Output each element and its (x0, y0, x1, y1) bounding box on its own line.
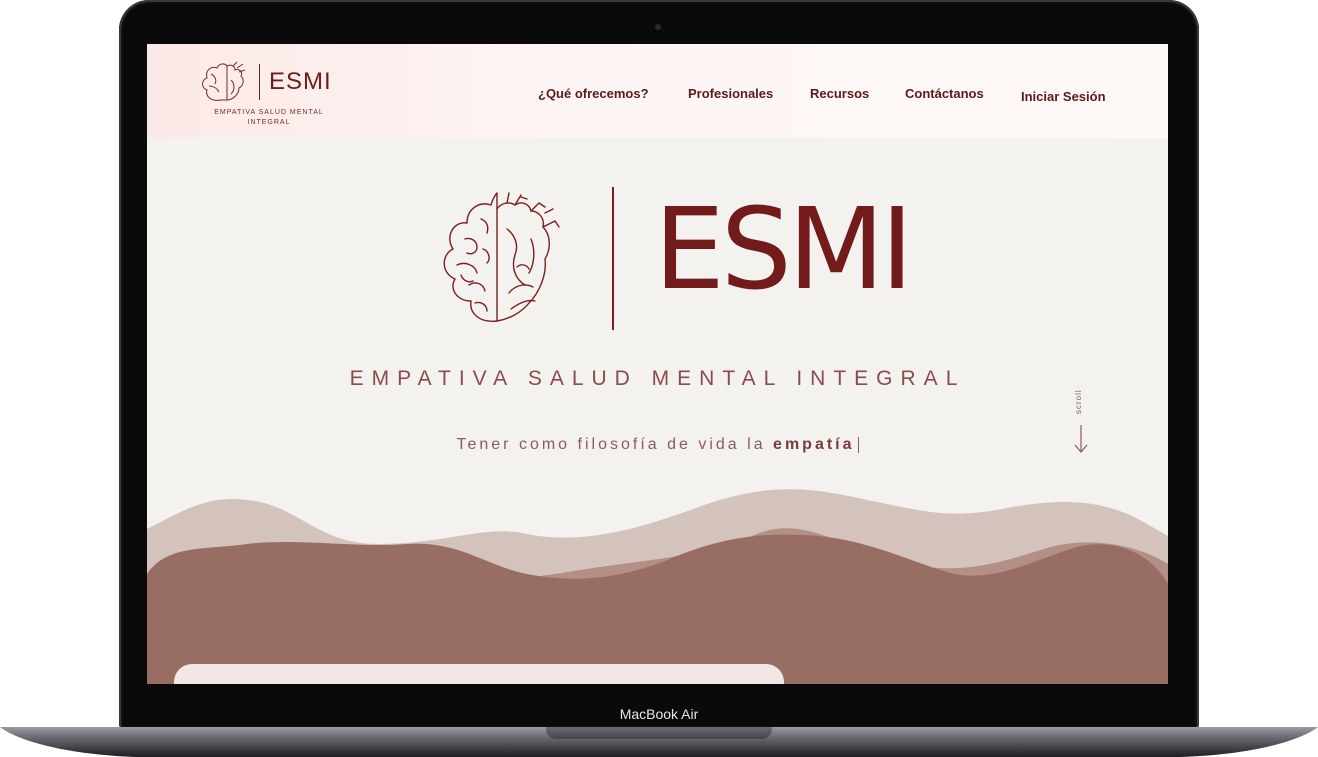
hero-brand: ESMI (654, 185, 914, 315)
hero-subtitle: EMPATIVA SALUD MENTAL INTEGRAL (349, 367, 966, 390)
typing-cursor (857, 436, 859, 453)
nav-profesionales[interactable]: Profesionales (688, 86, 773, 101)
camera (655, 24, 661, 30)
nav-iniciar-sesion[interactable]: Iniciar Sesión (1021, 89, 1106, 104)
laptop-notch (546, 727, 772, 739)
nav-que-ofrecemos[interactable]: ¿Qué ofrecemos? (538, 86, 649, 101)
hero-phrase: Tener como filosofía de vida la empatía (147, 436, 1168, 454)
brain-heart-icon (202, 61, 246, 101)
scroll-label: scroll (1074, 389, 1083, 414)
site-header: ESMI EMPATIVA SALUD MENTAL INTEGRAL ¿Qué… (147, 44, 1168, 138)
nav-contactanos[interactable]: Contáctanos (905, 86, 984, 101)
logo-tagline: EMPATIVA SALUD MENTAL INTEGRAL (214, 109, 324, 126)
screen: ESMI EMPATIVA SALUD MENTAL INTEGRAL ¿Qué… (147, 44, 1168, 684)
logo-divider (259, 64, 260, 100)
decorative-waves (147, 489, 1168, 684)
hero-phrase-prefix: Tener como filosofía de vida la (456, 436, 774, 453)
header-logo[interactable]: ESMI EMPATIVA SALUD MENTAL INTEGRAL (199, 60, 339, 130)
hero-divider (612, 187, 614, 330)
device-label: MacBook Air (619, 706, 699, 722)
brain-heart-icon (443, 192, 560, 322)
logo-word: ESMI (269, 68, 332, 95)
hero-phrase-bold: empatía (773, 436, 855, 453)
nav-recursos[interactable]: Recursos (810, 86, 869, 101)
arrow-down-icon (1074, 425, 1088, 453)
content-card (174, 664, 784, 684)
scroll-indicator[interactable]: scroll (1074, 389, 1088, 458)
